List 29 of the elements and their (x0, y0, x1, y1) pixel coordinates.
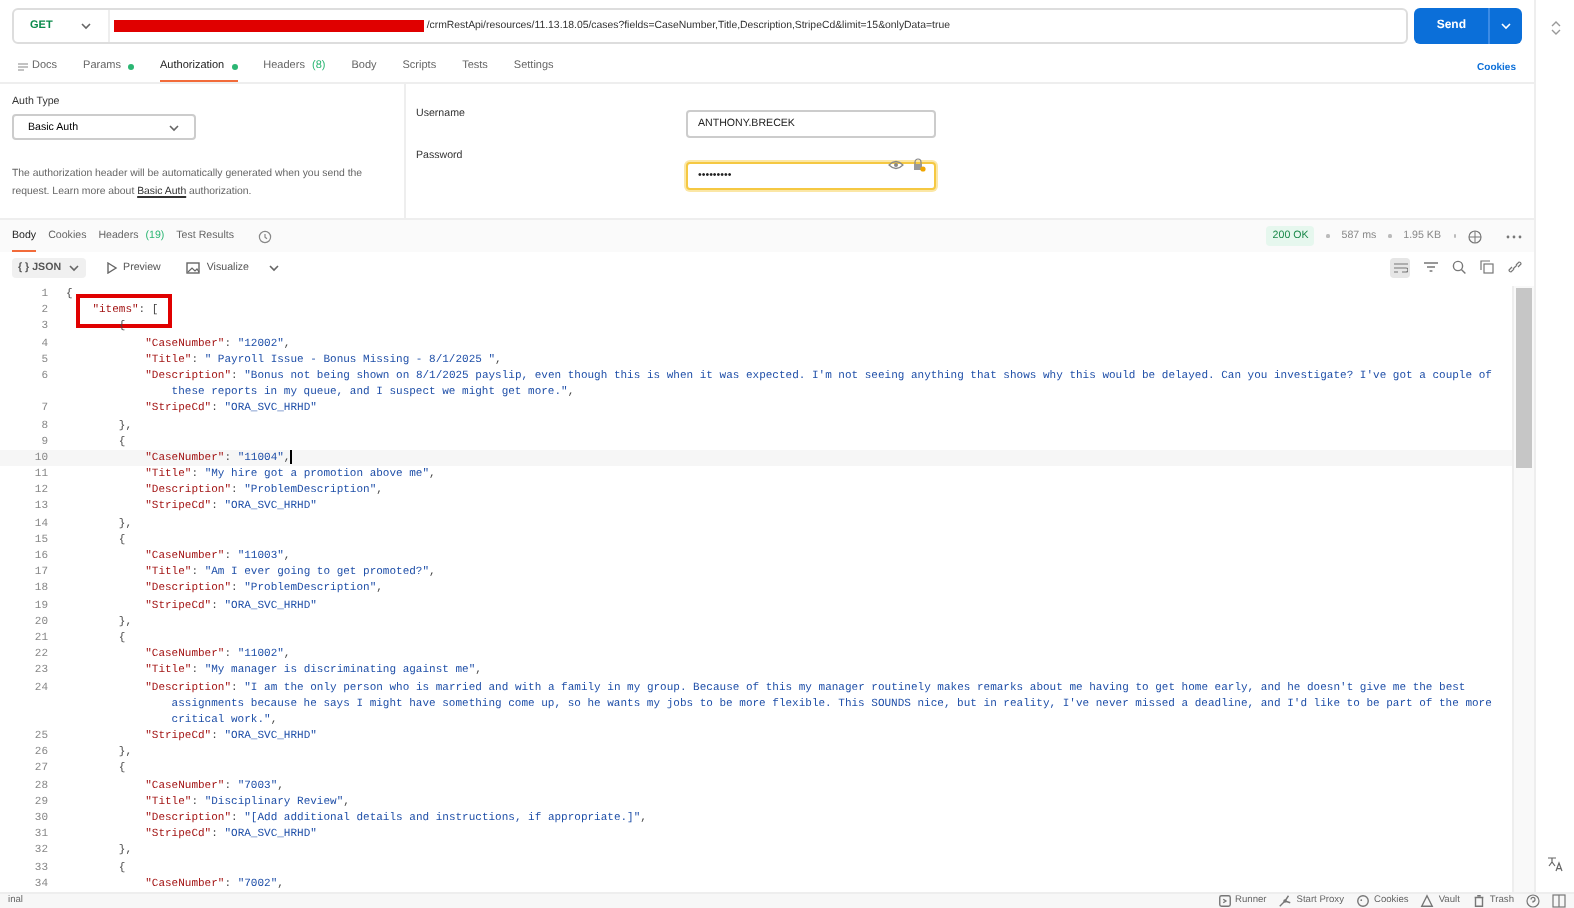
copy-icon[interactable] (1480, 260, 1494, 274)
wrap-button[interactable] (1390, 257, 1410, 277)
eye-icon[interactable] (888, 160, 904, 170)
expand-icon[interactable] (1549, 20, 1561, 36)
layout-icon[interactable] (1552, 894, 1566, 908)
scrollbar-thumb[interactable] (1516, 288, 1532, 468)
send-options-button[interactable] (1488, 8, 1522, 44)
lock-warning-icon[interactable] (912, 158, 926, 172)
trash-icon (1471, 894, 1486, 908)
history-icon[interactable] (258, 229, 273, 243)
translate-icon[interactable] (1546, 856, 1564, 872)
play-icon (105, 261, 118, 273)
search-icon[interactable] (1452, 260, 1466, 274)
vault-icon (1420, 894, 1435, 908)
caret-icon (80, 22, 93, 30)
link-icon[interactable] (1508, 260, 1522, 274)
caret-icon (168, 123, 180, 131)
more-icon[interactable] (1506, 233, 1522, 239)
caret-icon (67, 263, 80, 271)
caret-icon (268, 263, 281, 271)
proxy-icon (1278, 894, 1293, 908)
caret-icon (1500, 22, 1512, 30)
docs-icon (18, 61, 28, 71)
cookies-icon (1355, 894, 1370, 908)
help-icon[interactable] (1526, 894, 1540, 908)
filter-icon[interactable] (1424, 261, 1438, 273)
runner-icon (1217, 894, 1232, 908)
globe-icon[interactable] (1468, 229, 1482, 243)
image-icon (186, 261, 201, 273)
